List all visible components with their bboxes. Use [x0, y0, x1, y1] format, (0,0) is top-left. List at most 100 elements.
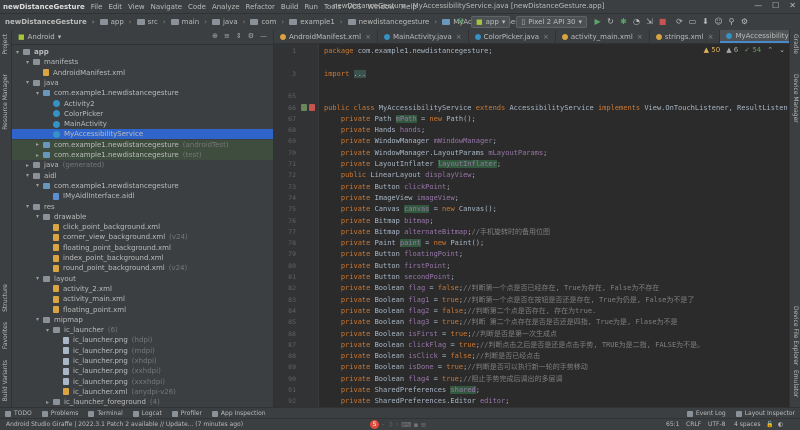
structure-tool-tab[interactable]: Structure [0, 284, 11, 312]
expand-toggle-icon[interactable]: ▾ [36, 90, 43, 97]
menu-file[interactable]: File [88, 3, 106, 11]
tree-item[interactable]: ▾ com.example1.newdistancegesture [12, 88, 273, 98]
breadcrumb-item[interactable]: main › [166, 18, 207, 26]
run-icon[interactable]: ▶ [593, 17, 602, 26]
bottom-tab-logcat[interactable]: Logcat [128, 410, 167, 417]
tree-item[interactable]: ▾ app [12, 47, 273, 57]
bottom-tab-event-log[interactable]: Event Log [682, 410, 731, 417]
menu-view[interactable]: View [125, 3, 148, 11]
expand-toggle-icon[interactable]: ▸ [46, 399, 53, 406]
expand-toggle-icon[interactable]: ▾ [46, 327, 53, 334]
sdk-icon[interactable]: ⬇ [701, 17, 710, 26]
breadcrumb-item[interactable]: newDistanceGesture › [0, 18, 95, 26]
search-icon[interactable]: ⚲ [727, 17, 736, 26]
menu-refactor[interactable]: Refactor [243, 3, 278, 11]
tree-item[interactable]: floating_point.xml [12, 305, 273, 315]
menu-analyze[interactable]: Analyze [209, 3, 243, 11]
tree-item[interactable]: ▾ manifests [12, 57, 273, 67]
tree-item[interactable]: ▾ java [12, 78, 273, 88]
expand-toggle-icon[interactable]: ▾ [26, 172, 33, 179]
implemented-marker-icon[interactable] [309, 103, 315, 111]
menu-code[interactable]: Code [185, 3, 209, 11]
caret-position[interactable]: 65:1 [666, 421, 679, 428]
maximize-icon[interactable]: ☐ [772, 1, 779, 10]
tree-item[interactable]: MyAccessibilityService [12, 129, 273, 140]
tree-item[interactable]: click_point_background.xml [12, 222, 273, 232]
tree-item[interactable]: Activity2 [12, 99, 273, 109]
stop-icon[interactable]: ■ [658, 17, 667, 26]
project-view-dropdown[interactable]: Android [28, 33, 55, 41]
editor-tab[interactable]: MainActivity.java × [378, 30, 469, 43]
device-manager-icon[interactable]: ▭ [688, 17, 697, 26]
tree-item[interactable]: ▾ layout [12, 274, 273, 284]
lock-icon[interactable]: 🔓 [766, 421, 773, 428]
status-message[interactable]: Android Studio Giraffe | 2022.3.1 Patch … [6, 421, 243, 428]
tree-item[interactable]: ▸ com.example1.newdistancegesture (android… [12, 139, 273, 150]
tree-item[interactable]: ▸ ic_launcher_foreground (4) [12, 397, 273, 407]
bottom-tab-todo[interactable]: TODO [0, 410, 37, 417]
breadcrumb-item[interactable]: example1 › [284, 18, 343, 26]
collapse-all-icon[interactable]: ≡ [224, 32, 230, 40]
menu-build[interactable]: Build [278, 3, 302, 11]
tree-item[interactable]: ▾ ic_launcher (6) [12, 325, 273, 335]
menu-edit[interactable]: Edit [105, 3, 125, 11]
hide-icon[interactable]: — [260, 32, 267, 40]
bottom-tab-layout-inspector[interactable]: Layout Inspector [731, 410, 800, 417]
tree-item[interactable]: ic_launcher.xml (anydpi-v26) [12, 387, 273, 397]
close-tab-icon[interactable]: × [365, 33, 371, 41]
tree-item[interactable]: ▾ mipmap [12, 315, 273, 325]
expand-toggle-icon[interactable]: ▾ [36, 316, 43, 323]
close-tab-icon[interactable]: × [456, 33, 462, 41]
expand-toggle-icon[interactable]: ▾ [36, 275, 43, 282]
tree-item[interactable]: corner_view_background.xml (v24) [12, 232, 273, 242]
gear-icon[interactable]: ⚙ [248, 32, 254, 40]
breadcrumb-item[interactable]: java › [207, 18, 245, 26]
locate-icon[interactable]: ⊕ [212, 32, 218, 40]
chevron-down-icon[interactable]: ⌄ [779, 46, 785, 54]
expand-toggle-icon[interactable]: ▾ [36, 213, 43, 220]
tree-item[interactable]: ▾ res [12, 202, 273, 212]
breadcrumb-item[interactable]: newdistancegesture › [343, 18, 437, 26]
tree-item[interactable]: ▾ drawable [12, 212, 273, 222]
user-icon[interactable]: ☺ [714, 17, 723, 26]
expand-toggle-icon[interactable]: ▾ [26, 79, 33, 86]
tree-item[interactable]: index_point_background.xml [12, 253, 273, 263]
chevron-up-icon[interactable]: ⌃ [767, 46, 773, 54]
project-tool-tab[interactable]: Project [0, 34, 11, 55]
favorites-tool-tab[interactable]: Favorites [0, 322, 11, 349]
device-manager-tool-tab[interactable]: Device Manager [790, 74, 800, 123]
minimize-icon[interactable]: — [754, 1, 762, 10]
settings-icon[interactable]: ⚙ [740, 17, 749, 26]
device-file-explorer-tool-tab[interactable]: Device File Explorer [790, 306, 800, 365]
tree-item[interactable]: MainActivity [12, 119, 273, 129]
emulator-tool-tab[interactable]: Emulator [790, 370, 800, 397]
breadcrumb-item[interactable]: com › [245, 18, 284, 26]
expand-toggle-icon[interactable]: ▾ [26, 59, 33, 66]
gradle-tool-tab[interactable]: Gradle [790, 34, 800, 54]
tree-item[interactable]: ▸ com.example1.newdistancegesture (test) [12, 150, 273, 160]
tree-item[interactable]: ic_launcher.png (xxhdpi) [12, 366, 273, 376]
tree-item[interactable]: ▾ aidl [12, 171, 273, 181]
editor-tab[interactable]: strings.xml × [650, 30, 721, 43]
build-variants-tool-tab[interactable]: Build Variants [0, 360, 11, 401]
tree-item[interactable]: ▾ com.example1.newdistancegesture [12, 181, 273, 191]
tree-item[interactable]: ColorPicker [12, 109, 273, 119]
close-tab-icon[interactable]: × [708, 33, 714, 41]
run-config-dropdown[interactable]: ■ app ▾ [471, 15, 511, 28]
indent-setting[interactable]: 4 spaces [734, 421, 760, 428]
expand-toggle-icon[interactable]: ▸ [36, 141, 43, 148]
expand-toggle-icon[interactable]: ▾ [26, 203, 33, 210]
bottom-tab-problems[interactable]: Problems [37, 410, 84, 417]
resource-manager-tool-tab[interactable]: Resource Manager [0, 74, 11, 130]
close-icon[interactable]: ✕ [789, 1, 796, 10]
expand-toggle-icon[interactable]: ▾ [16, 49, 23, 56]
menu-run[interactable]: Run [302, 3, 321, 11]
override-marker-icon[interactable] [301, 103, 307, 111]
sync-icon[interactable]: ⟳ [675, 17, 684, 26]
debug-icon[interactable]: ✱ [619, 17, 628, 26]
editor-tab[interactable]: ColorPicker.java × [469, 30, 556, 43]
tree-item[interactable]: ic_launcher.png (xxxhdpi) [12, 377, 273, 387]
tree-item[interactable]: ic_launcher.png (hdpi) [12, 335, 273, 345]
tree-item[interactable]: activity_2.xml [12, 284, 273, 294]
expand-toggle-icon[interactable]: ▸ [26, 162, 33, 169]
